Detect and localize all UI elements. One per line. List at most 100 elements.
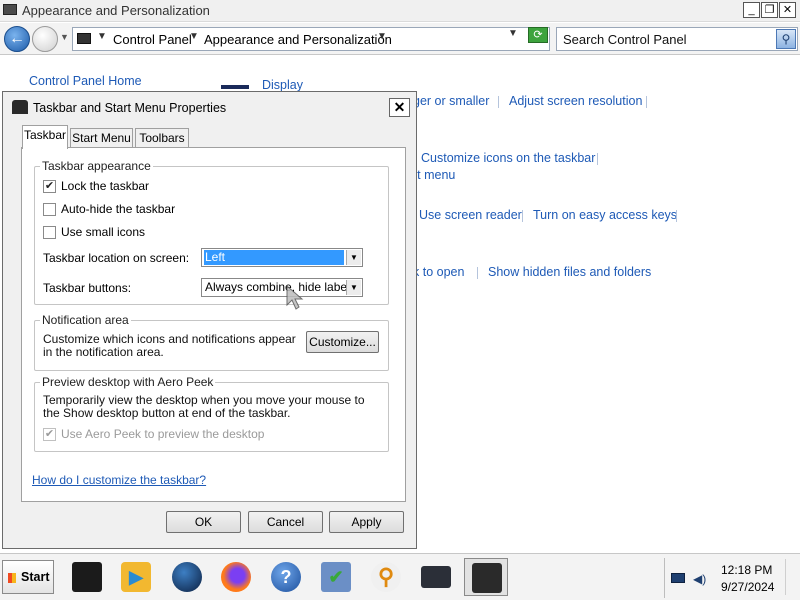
tab-taskbar[interactable]: Taskbar [22, 125, 68, 149]
globe-icon [172, 562, 202, 592]
screen-reader-link[interactable]: Use screen reader [419, 208, 522, 222]
chevron-down-icon[interactable]: ▼ [377, 31, 387, 42]
location-label: Taskbar location on screen: [43, 251, 190, 265]
taskbar-buttons-label: Taskbar buttons: [43, 281, 132, 295]
chevron-down-icon[interactable]: ▼ [346, 280, 361, 295]
notification-description: Customize which icons and notifications … [43, 332, 296, 359]
aero-peek-checkbox[interactable]: ✔ [43, 428, 56, 441]
breadcrumb-appearance[interactable]: Appearance and Personalization [204, 32, 392, 47]
restore-button[interactable]: ❐ [761, 2, 778, 18]
address-bar[interactable]: ▼ Control Panel ▼ Appearance and Persona… [72, 27, 550, 51]
separator [676, 210, 677, 222]
separator [498, 96, 499, 108]
close-window-button[interactable]: ✕ [779, 2, 796, 18]
control-panel-icon [77, 33, 91, 44]
make-text-bigger-link[interactable]: ger or smaller [413, 94, 489, 108]
chevron-down-icon[interactable]: ▼ [189, 31, 199, 42]
tasks-icon: ✔ [321, 562, 351, 592]
system-tray: ◀) 12:18 PM 9/27/2024 [664, 558, 798, 598]
lock-taskbar-checkbox[interactable]: ✔ [43, 180, 56, 193]
start-menu-link[interactable]: rt menu [413, 168, 455, 182]
selected-value: Left [204, 250, 344, 265]
recent-pages-chevron-icon[interactable]: ▼ [60, 32, 69, 42]
network-icon[interactable] [671, 573, 685, 583]
taskbar-item-display-settings[interactable] [414, 558, 458, 596]
selected-value: Always combine, hide labels [205, 280, 356, 294]
customize-button[interactable]: Customize... [306, 331, 379, 353]
taskbar-item-help[interactable]: ? [264, 558, 308, 596]
taskbar-item-magnifier[interactable]: ⚲ [364, 558, 408, 596]
mouse-cursor-icon [286, 285, 304, 310]
control-panel-home-link[interactable]: Control Panel Home [29, 74, 142, 88]
dialog-title: Taskbar and Start Menu Properties [33, 101, 227, 115]
taskbar-item-media-player[interactable]: ▶ [114, 558, 158, 596]
taskbar-item-browser[interactable] [165, 558, 209, 596]
dialog-titlebar: Taskbar and Start Menu Properties ✕ [3, 92, 416, 122]
control-panel-icon [472, 563, 502, 593]
monitor-icon [72, 562, 102, 592]
help-link[interactable]: How do I customize the taskbar? [32, 473, 206, 487]
checkbox-label: Use Aero Peek to preview the desktop [61, 427, 265, 441]
minimize-button[interactable]: _ [743, 2, 760, 18]
auto-hide-checkbox[interactable] [43, 203, 56, 216]
show-desktop-button[interactable] [785, 559, 797, 595]
separator [646, 96, 647, 108]
separator [522, 210, 523, 222]
clock-date[interactable]: 9/27/2024 [721, 580, 774, 594]
aero-peek-group: Preview desktop with Aero Peek Temporari… [34, 375, 389, 452]
search-input[interactable] [557, 28, 777, 50]
small-icons-checkbox[interactable] [43, 226, 56, 239]
magnifier-icon: ⚲ [371, 562, 401, 592]
hidden-files-link[interactable]: Show hidden files and folders [488, 265, 651, 279]
taskbar-properties-dialog: Taskbar and Start Menu Properties ✕ Task… [2, 91, 417, 549]
taskbar-settings-icon [12, 100, 28, 114]
click-to-open-link[interactable]: k to open [413, 265, 464, 279]
taskbar: Start ▶ ? ✔ ⚲ ◀) 12:18 PM 9/27/2024 [0, 553, 800, 600]
chevron-down-icon[interactable]: ▼ [97, 31, 107, 42]
group-title: Taskbar appearance [40, 159, 153, 173]
tab-toolbars[interactable]: Toolbars [135, 128, 189, 148]
taskbar-location-select[interactable]: Left ▼ [201, 248, 363, 267]
taskbar-appearance-group: Taskbar appearance ✔ Lock the taskbar Au… [34, 159, 389, 305]
forward-button[interactable] [32, 26, 58, 52]
apply-button[interactable]: Apply [329, 511, 404, 533]
start-button[interactable]: Start [2, 560, 54, 594]
search-box[interactable]: ⚲ [556, 27, 798, 51]
help-icon: ? [271, 562, 301, 592]
window-title: Appearance and Personalization [22, 3, 210, 18]
breadcrumb-control-panel[interactable]: Control Panel [113, 32, 192, 47]
volume-icon[interactable]: ◀) [693, 572, 706, 586]
separator [597, 153, 598, 165]
separator [477, 267, 478, 279]
address-dropdown-icon[interactable]: ▼ [508, 28, 518, 39]
checkbox-label: Lock the taskbar [61, 179, 150, 193]
display-icon [221, 85, 249, 89]
taskbar-item-control-panel[interactable] [464, 558, 508, 596]
display-settings-icon [421, 566, 451, 588]
checkbox-label: Use small icons [61, 225, 146, 239]
checkbox-label: Auto-hide the taskbar [61, 202, 176, 216]
aero-peek-description: Temporarily view the desktop when you mo… [43, 393, 365, 420]
chevron-down-icon[interactable]: ▼ [346, 250, 361, 265]
media-player-icon: ▶ [121, 562, 151, 592]
easy-access-keys-link[interactable]: Turn on easy access keys [533, 208, 677, 222]
back-button[interactable]: ← [4, 26, 30, 52]
refresh-button[interactable]: ⟳ [528, 27, 548, 43]
taskbar-buttons-select[interactable]: Always combine, hide labels ▼ [201, 278, 363, 297]
window-titlebar: Appearance and Personalization _ ❐ ✕ [0, 0, 800, 22]
dialog-close-button[interactable]: ✕ [389, 98, 410, 117]
tab-start-menu[interactable]: Start Menu [70, 128, 133, 148]
group-title: Notification area [40, 313, 131, 327]
customize-icons-link[interactable]: Customize icons on the taskbar [421, 151, 595, 165]
search-icon[interactable]: ⚲ [776, 29, 796, 49]
cancel-button[interactable]: Cancel [248, 511, 323, 533]
taskbar-item-monitor[interactable] [65, 558, 109, 596]
taskbar-item-firefox[interactable] [214, 558, 258, 596]
taskbar-item-tasks[interactable]: ✔ [314, 558, 358, 596]
notification-area-group: Notification area Customize which icons … [34, 313, 389, 371]
ok-button[interactable]: OK [166, 511, 241, 533]
adjust-resolution-link[interactable]: Adjust screen resolution [509, 94, 642, 108]
group-title: Preview desktop with Aero Peek [40, 375, 216, 389]
display-link[interactable]: Display [262, 78, 303, 92]
clock-time[interactable]: 12:18 PM [721, 563, 772, 577]
